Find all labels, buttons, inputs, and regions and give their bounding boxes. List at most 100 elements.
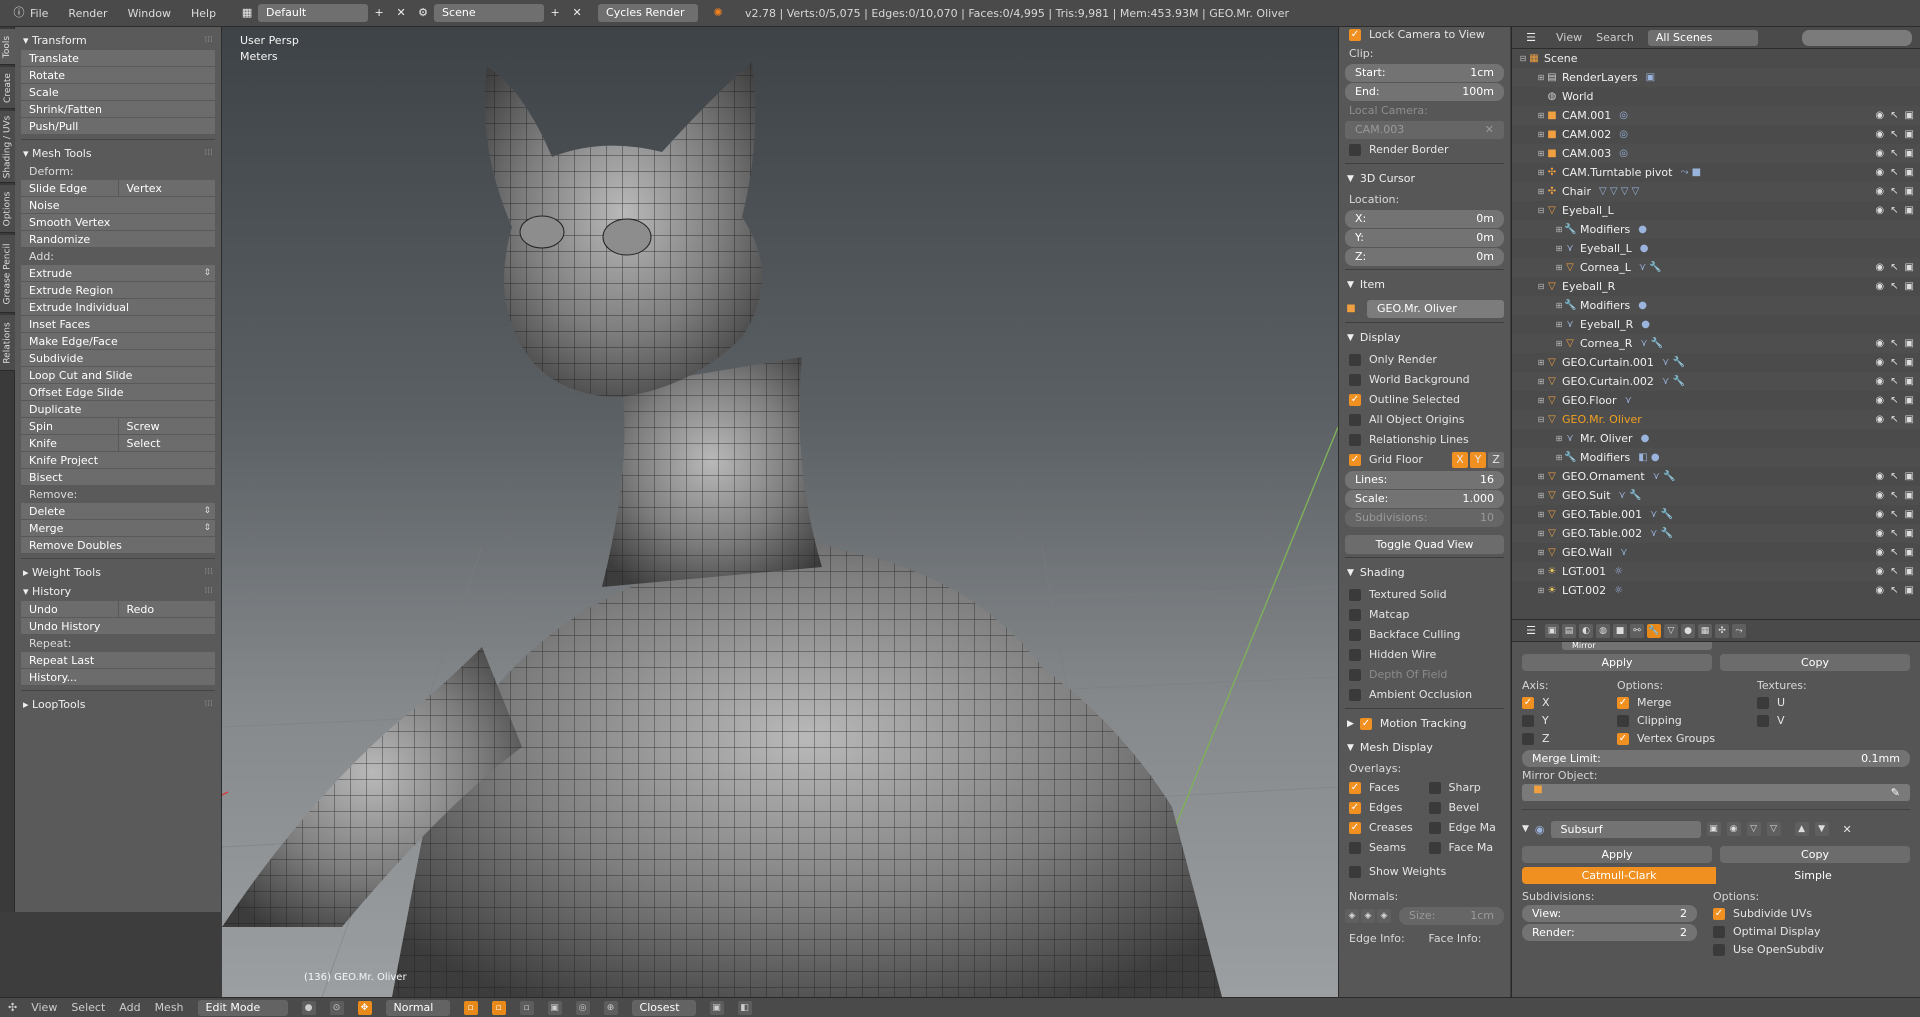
occlude-geometry-icon[interactable]: ▣	[547, 1000, 562, 1015]
eye-icon[interactable]: ◉	[1875, 144, 1884, 163]
cursor-icon[interactable]: ↖	[1890, 562, 1898, 581]
grid-scale-field[interactable]: Scale: 1.000	[1345, 490, 1504, 508]
render-preview-icon[interactable]: ▣	[709, 1000, 724, 1015]
overlay-seams-checkbox[interactable]: Seams	[1345, 838, 1425, 858]
orientation-select[interactable]: Normal	[385, 999, 450, 1016]
outliner-row[interactable]: ⊞ ⋎ Eyeball_R ●	[1512, 315, 1920, 334]
extrude-region-button[interactable]: Extrude Region	[21, 282, 215, 299]
expand-toggle-icon[interactable]: ⊞	[1554, 315, 1564, 334]
menu-window[interactable]: Window	[128, 7, 171, 20]
mirror-axis-z-checkbox[interactable]: Z	[1522, 730, 1617, 748]
editor-type-icon[interactable]: ⓘ	[11, 5, 27, 21]
render-toggle-icon[interactable]: ▣	[1706, 822, 1721, 836]
eye-icon[interactable]: ◉	[1875, 334, 1884, 353]
merge-limit-field[interactable]: Merge Limit: 0.1mm	[1522, 750, 1910, 767]
undo-button[interactable]: Undo	[21, 601, 118, 618]
expand-toggle-icon[interactable]: ⊟	[1536, 410, 1546, 429]
mirror-axis-x-checkbox[interactable]: ✓ X	[1522, 694, 1617, 712]
outliner-row[interactable]: ◍ World	[1512, 87, 1920, 106]
outliner-row[interactable]: ⊞ ▽ GEO.Curtain.001 ⋎ 🔧 ◉ ↖ ▣	[1512, 353, 1920, 372]
camera-icon[interactable]: ▣	[1905, 334, 1914, 353]
subsurf-apply-button[interactable]: Apply	[1522, 846, 1712, 863]
subsurf-render-field[interactable]: Render: 2	[1522, 924, 1697, 941]
grid-axis-z-toggle[interactable]: Z	[1488, 452, 1504, 468]
subdivide-uvs-checkbox[interactable]: ✓ Subdivide UVs	[1713, 905, 1910, 923]
outliner-row[interactable]: ⊞ ▤ RenderLayers ▣	[1512, 68, 1920, 87]
tab-relations[interactable]: Relations	[0, 315, 15, 371]
overlay-bevel-checkbox[interactable]: Bevel	[1425, 798, 1505, 818]
grid-floor-checkbox[interactable]: ✓ Grid Floor X Y Z	[1345, 450, 1504, 470]
snap-target-select[interactable]: Closest	[631, 999, 696, 1016]
grid-subdivisions-field[interactable]: Subdivisions: 10	[1345, 509, 1504, 527]
camera-icon[interactable]: ▣	[1905, 562, 1914, 581]
cursor-icon[interactable]: ↖	[1890, 106, 1898, 125]
outliner-row[interactable]: ⊟ ▽ GEO.Mr. Oliver ◉ ↖ ▣	[1512, 410, 1920, 429]
scene-field[interactable]: Scene	[434, 4, 545, 22]
expand-toggle-icon[interactable]: ⊞	[1554, 448, 1564, 467]
manipulator-icon[interactable]: ✥	[357, 1000, 372, 1015]
remove-layout-icon[interactable]: ✕	[393, 5, 409, 21]
editmode-toggle-icon[interactable]: ▽	[1746, 822, 1761, 836]
cursor-icon[interactable]: ↖	[1890, 467, 1898, 486]
undo-history-button[interactable]: Undo History	[21, 618, 215, 635]
all-object-origins-checkbox[interactable]: All Object Origins	[1345, 410, 1504, 430]
remove-doubles-button[interactable]: Remove Doubles	[21, 537, 215, 554]
clip-end-field[interactable]: End: 100m	[1345, 83, 1504, 101]
close-icon[interactable]: ✕	[1485, 121, 1494, 139]
mirror-modifier-name[interactable]: Mirror	[1562, 642, 1712, 650]
camera-icon[interactable]: ▣	[1905, 144, 1914, 163]
merge-menu[interactable]: Merge ⇕	[21, 520, 215, 537]
overlay-faces-checkbox[interactable]: ✓ Faces	[1345, 778, 1425, 798]
cursor-icon[interactable]: ↖	[1890, 182, 1898, 201]
camera-icon[interactable]: ▣	[1905, 467, 1914, 486]
render-engine-select[interactable]: Cycles Render	[598, 4, 699, 22]
expand-toggle-icon[interactable]: ⊞	[1536, 353, 1546, 372]
editor-type-icon[interactable]: ✣	[8, 1001, 17, 1014]
cursor-z-field[interactable]: Z: 0m	[1345, 248, 1504, 266]
cursor-icon[interactable]: ↖	[1890, 505, 1898, 524]
noise-button[interactable]: Noise	[21, 197, 215, 214]
eye-icon[interactable]: ◉	[1875, 353, 1884, 372]
eye-icon[interactable]: ◉	[1875, 505, 1884, 524]
camera-icon[interactable]: ▣	[1905, 125, 1914, 144]
delete-menu[interactable]: Delete ⇕	[21, 503, 215, 520]
expand-toggle-icon[interactable]: ⊞	[1554, 220, 1564, 239]
eye-icon[interactable]: ◉	[1875, 581, 1884, 600]
outliner-search-input[interactable]	[1802, 29, 1912, 46]
camera-icon[interactable]: ▣	[1905, 524, 1914, 543]
expand-toggle-icon[interactable]: ⊟	[1518, 49, 1528, 68]
cursor-icon[interactable]: ↖	[1890, 372, 1898, 391]
hidden-wire-checkbox[interactable]: Hidden Wire	[1345, 645, 1504, 665]
randomize-button[interactable]: Randomize	[21, 231, 215, 248]
outliner-row[interactable]: ⊞ 🔧 Modifiers ●	[1512, 220, 1920, 239]
remove-scene-icon[interactable]: ✕	[569, 5, 585, 21]
eye-icon[interactable]: ◉	[1875, 106, 1884, 125]
modifiers-tab-icon[interactable]: 🔧	[1647, 623, 1661, 638]
outliner-search-menu[interactable]: Search	[1596, 31, 1634, 44]
vertex-select-icon[interactable]: ▫	[463, 1000, 478, 1015]
cursor-icon[interactable]: ↖	[1890, 410, 1898, 429]
overlay-creases-checkbox[interactable]: ✓ Creases	[1345, 818, 1425, 838]
screw-button[interactable]: Screw	[117, 418, 215, 435]
mirror-clipping-checkbox[interactable]: Clipping	[1617, 712, 1757, 730]
tab-tools[interactable]: Tools	[0, 29, 15, 65]
camera-icon[interactable]: ▣	[1905, 258, 1914, 277]
viewport-toggle-icon[interactable]: ◉	[1726, 822, 1741, 836]
expand-toggle-icon[interactable]: ⊞	[1536, 106, 1546, 125]
spin-button[interactable]: Spin	[21, 418, 118, 435]
eye-icon[interactable]: ◉	[1875, 391, 1884, 410]
cursor-icon[interactable]: ↖	[1890, 125, 1898, 144]
show-weights-checkbox[interactable]: Show Weights	[1345, 862, 1504, 882]
bisect-button[interactable]: Bisect	[21, 469, 215, 486]
mode-select[interactable]: Edit Mode	[197, 999, 288, 1016]
use-opensubdiv-checkbox[interactable]: Use OpenSubdiv	[1713, 941, 1910, 959]
cursor-icon[interactable]: ↖	[1890, 334, 1898, 353]
eye-icon[interactable]: ◉	[1875, 258, 1884, 277]
camera-icon[interactable]: ▣	[1905, 277, 1914, 296]
outliner-row[interactable]: ⊞ ▽ GEO.Table.001 ⋎ 🔧 ◉ ↖ ▣	[1512, 505, 1920, 524]
outliner-row[interactable]: ⊞ ▽ GEO.Suit ⋎ 🔧 ◉ ↖ ▣	[1512, 486, 1920, 505]
shading-mode-icon[interactable]: ●	[301, 1000, 316, 1015]
split-normals-icon[interactable]: ◈	[1361, 909, 1375, 923]
gl-render-icon[interactable]: ◧	[737, 1000, 752, 1015]
expand-toggle-icon[interactable]: ⊞	[1536, 372, 1546, 391]
